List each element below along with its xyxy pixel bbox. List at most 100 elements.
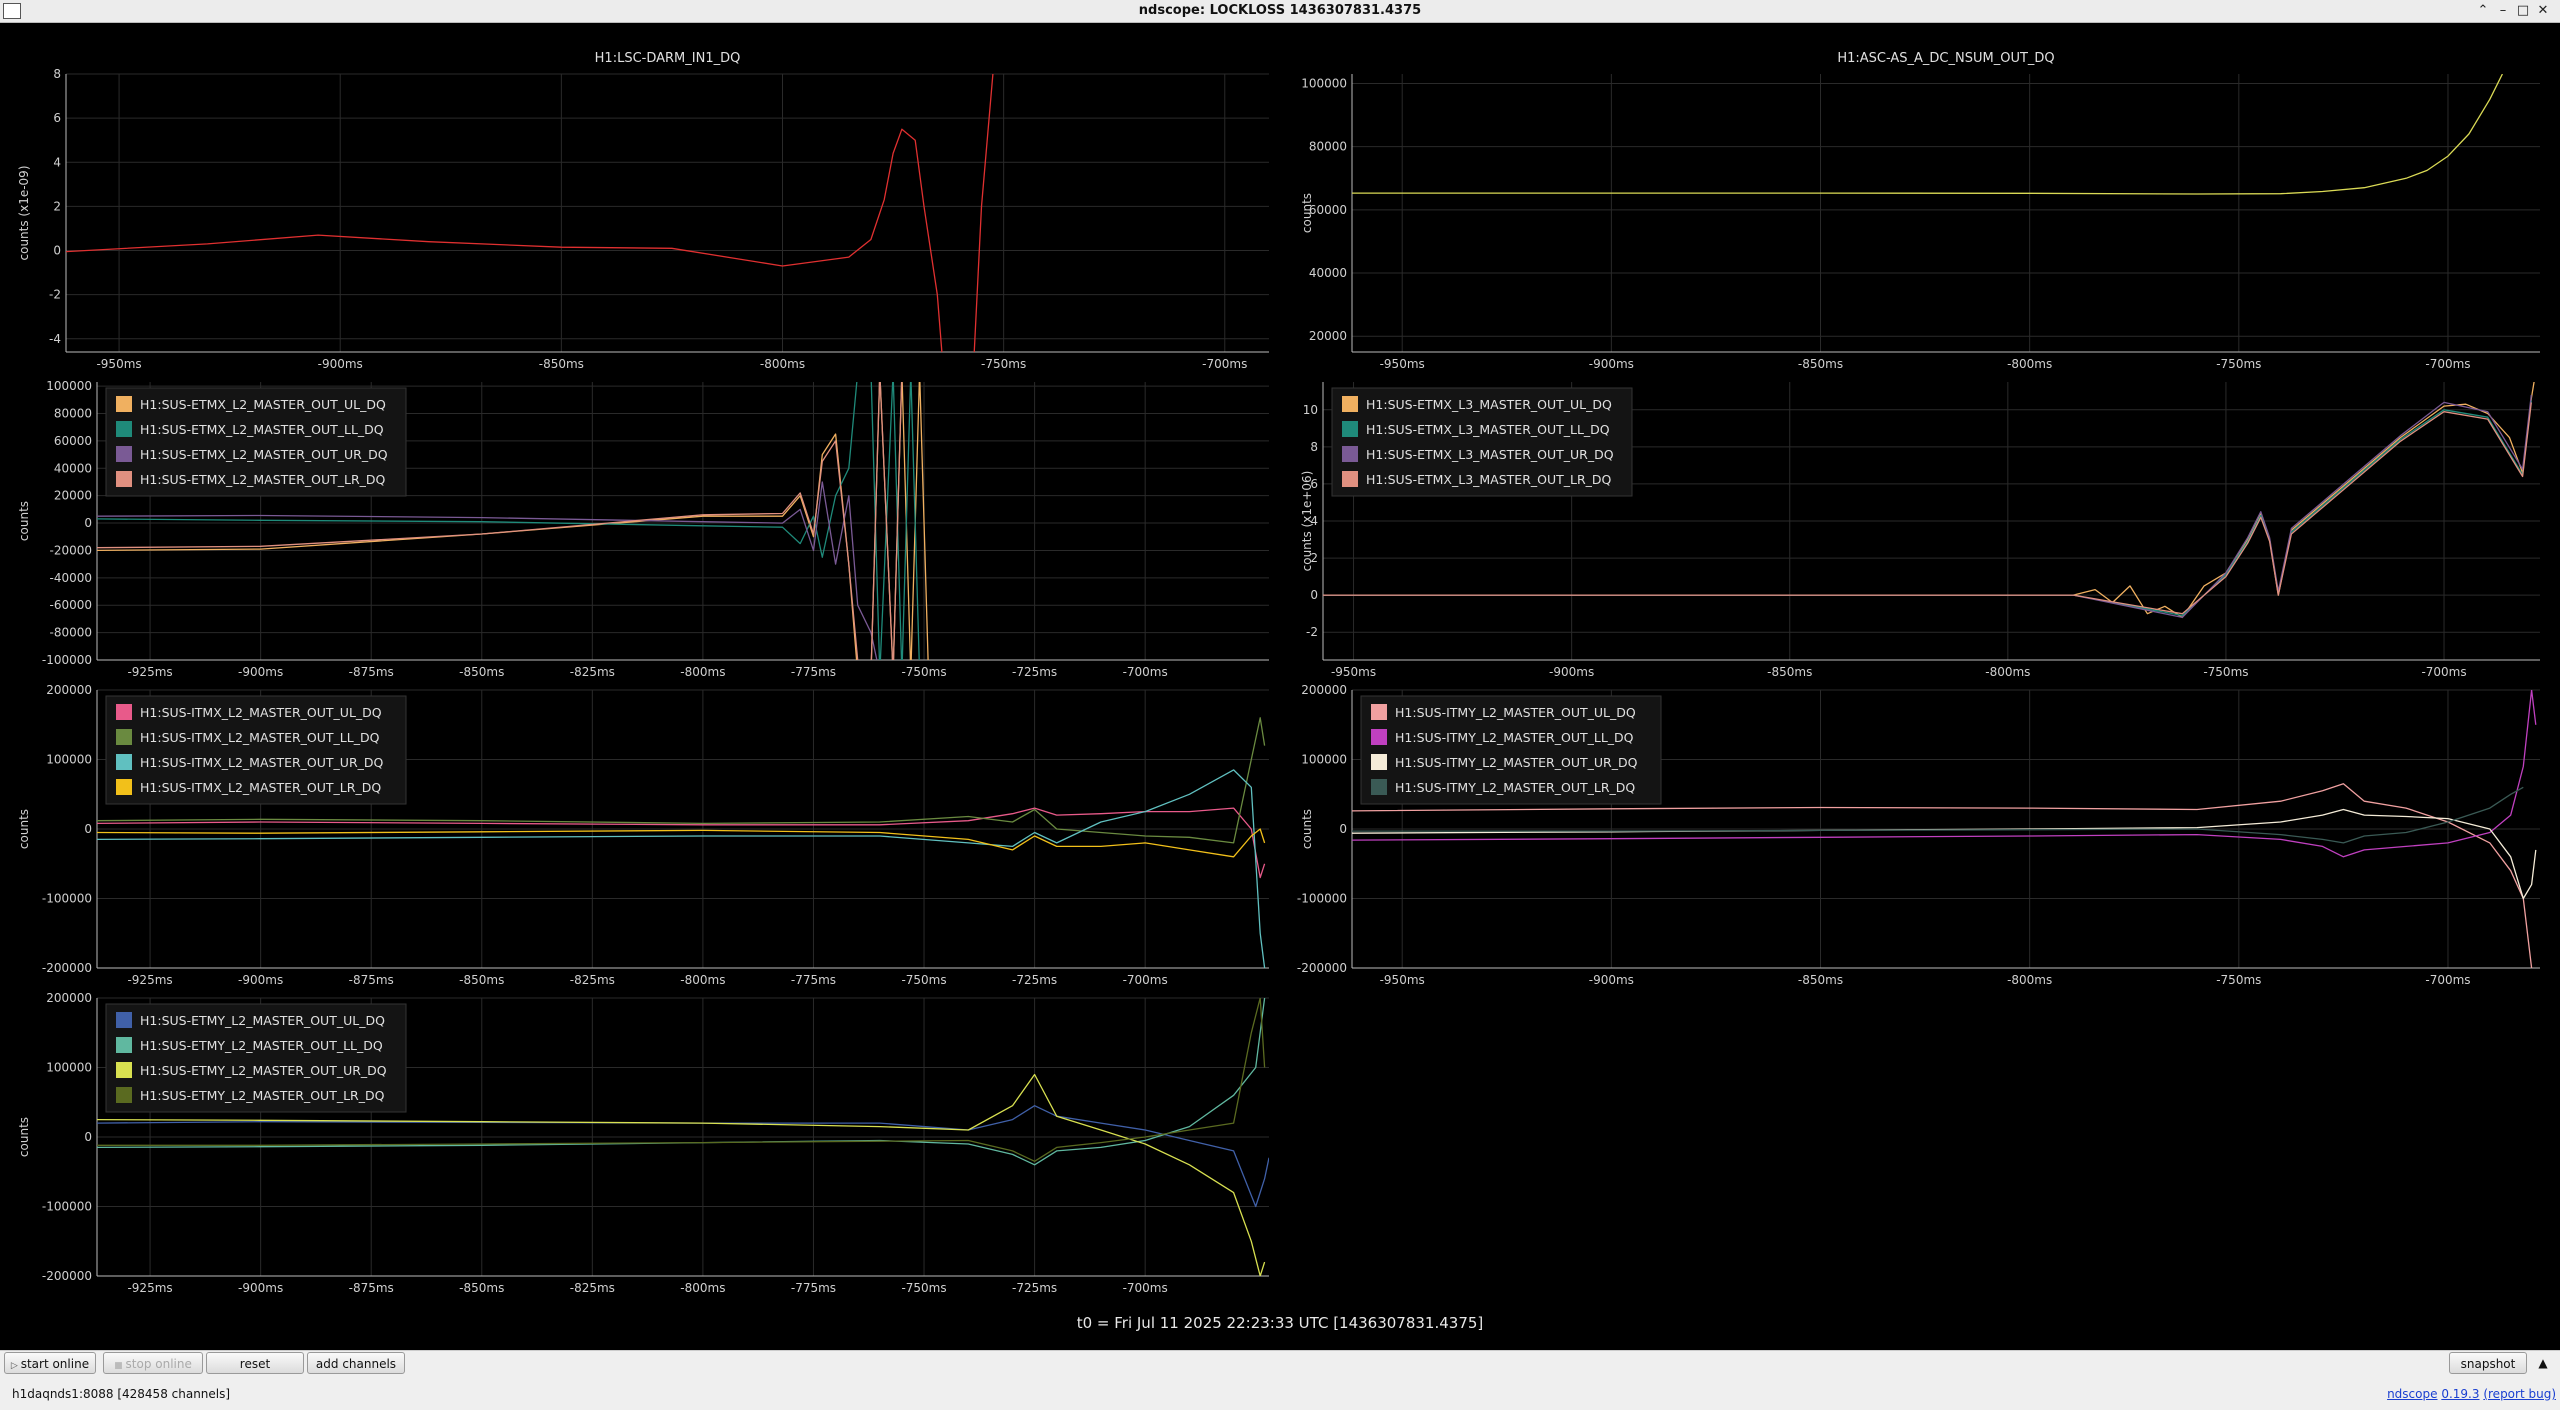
x-tick-label: -900ms [1549,665,1594,679]
plot-p5[interactable]: -925ms -900ms -875ms -850ms -825ms -800ms -775… [17,683,1269,987]
y-tick-label: 60000 [1309,203,1347,217]
x-tick-label: -800ms [680,973,725,987]
y-tick-label: -2 [49,288,61,302]
legend-swatch [116,1037,132,1053]
y-tick-label: 200000 [1301,683,1347,697]
x-tick-label: -725ms [1012,1281,1057,1295]
version-info: ndscope 0.19.3 (report bug) [2387,1387,2556,1401]
y-tick-label: 0 [1339,822,1347,836]
add-channels-button[interactable]: add channels [307,1352,405,1374]
x-tick-label: -825ms [570,973,615,987]
y-tick-label: -40000 [49,571,92,585]
x-tick-label: -700ms [1123,665,1168,679]
y-tick-label: -4 [49,332,61,346]
legend-swatch [116,754,132,770]
y-tick-label: 0 [84,516,92,530]
y-axis-label: counts (x1e+06) [1300,471,1314,572]
plot-p7[interactable]: -925ms -900ms -875ms -850ms -825ms -800ms -775… [17,991,1269,1295]
x-tick-label: -700ms [2425,973,2470,987]
close-icon[interactable]: ✕ [2534,2,2552,20]
plot-area: -950ms -900ms -850ms -800ms -750ms -700ms -4 -2… [0,22,2560,1350]
x-tick-label: -800ms [2007,973,2052,987]
x-tick-label: -700ms [1123,973,1168,987]
reset-button[interactable]: reset [206,1352,304,1374]
legend-label: H1:SUS-ITMX_L2_MASTER_OUT_UR_DQ [140,755,384,770]
y-tick-label: 6 [53,111,61,125]
y-tick-label: 0 [84,1130,92,1144]
y-axis-label: counts [17,501,31,541]
series-line-4 [97,828,1266,858]
x-tick-label: -900ms [1589,357,1634,371]
legend-label: H1:SUS-ITMY_L2_MASTER_OUT_LL_DQ [1395,730,1634,745]
legend-label: H1:SUS-ETMX_L2_MASTER_OUT_LL_DQ [140,422,384,437]
y-tick-label: 8 [1310,440,1318,454]
x-tick-label: -875ms [349,973,394,987]
minimize-icon[interactable]: – [2494,2,2512,20]
legend-label: H1:SUS-ITMY_L2_MASTER_OUT_UL_DQ [1395,705,1636,720]
legend-swatch [1371,754,1387,770]
y-tick-label: 80000 [1309,140,1347,154]
y-tick-label: 2 [53,199,61,213]
y-tick-label: 80000 [54,406,92,420]
legend-swatch [116,779,132,795]
plot-p2[interactable]: -950ms -900ms -850ms -800ms -750ms -700ms 2000… [1300,51,2540,371]
report-bug-link[interactable]: (report bug) [2483,1387,2556,1401]
y-tick-label: 0 [84,822,92,836]
legend-label: H1:SUS-ETMY_L2_MASTER_OUT_LR_DQ [140,1088,385,1103]
y-tick-label: -100000 [42,653,92,667]
plot-p3[interactable]: -925ms -900ms -875ms -850ms -825ms -800ms -775… [17,372,1269,679]
y-axis-label: counts (x1e-09) [17,165,31,260]
y-axis-label: counts [17,809,31,849]
y-tick-label: 200000 [46,683,92,697]
y-tick-label: -60000 [49,598,92,612]
bottom-toolbar: ▷ start online ■ stop online reset add c… [0,1350,2560,1410]
x-tick-label: -900ms [318,357,363,371]
x-tick-label: -800ms [680,1281,725,1295]
legend-swatch [116,1012,132,1028]
x-tick-label: -900ms [1589,973,1634,987]
stop-online-button[interactable]: ■ stop online [103,1352,203,1374]
chevron-up-icon[interactable]: ▲ [2530,1352,2556,1374]
legend-swatch [116,729,132,745]
version-link[interactable]: 0.19.3 [2441,1387,2479,1401]
x-tick-label: -950ms [96,357,141,371]
x-tick-label: -875ms [349,665,394,679]
plot-title: H1:LSC-DARM_IN1_DQ [595,51,741,66]
x-tick-label: -725ms [1012,973,1057,987]
legend-swatch [116,396,132,412]
legend-swatch [116,1062,132,1078]
legend-swatch [1371,779,1387,795]
plot-p6[interactable]: -950ms -900ms -850ms -800ms -750ms -700ms -200… [1297,683,2540,987]
y-tick-label: -100000 [42,1200,92,1214]
series-line-1 [97,807,1266,879]
ndscope-link[interactable]: ndscope [2387,1387,2437,1401]
x-tick-label: -800ms [760,357,805,371]
x-tick-label: -775ms [791,665,836,679]
x-tick-label: -900ms [238,665,283,679]
snapshot-button[interactable]: snapshot [2449,1352,2527,1374]
legend-label: H1:SUS-ITMY_L2_MASTER_OUT_LR_DQ [1395,780,1635,795]
x-tick-label: -750ms [2216,973,2261,987]
maximize-icon[interactable]: □ [2514,2,2532,20]
window-title: ndscope: LOCKLOSS 1436307831.4375 [1138,3,1422,18]
x-tick-label: -700ms [1202,357,1247,371]
x-tick-label: -900ms [238,973,283,987]
x-tick-label: -800ms [1985,665,2030,679]
chevron-up-icon[interactable]: ⌃ [2474,2,2492,20]
x-tick-label: -825ms [570,1281,615,1295]
y-tick-label: 100000 [46,1061,92,1075]
x-tick-label: -750ms [901,665,946,679]
series-line-1 [1352,74,2503,195]
start-online-button[interactable]: ▷ start online [4,1352,96,1374]
y-axis-label: counts [1300,193,1314,233]
start-online-label: start online [20,1357,90,1371]
x-tick-label: -925ms [127,665,172,679]
legend-swatch [1342,446,1358,462]
plot-p4[interactable]: -950ms -900ms -850ms -800ms -750ms -700ms-202… [1300,373,2540,679]
x-tick-label: -950ms [1380,973,1425,987]
x-tick-label: -700ms [2425,357,2470,371]
x-tick-label: -825ms [570,665,615,679]
x-tick-label: -700ms [1123,1281,1168,1295]
legend-label: H1:SUS-ETMY_L2_MASTER_OUT_UL_DQ [140,1013,385,1028]
y-tick-label: 0 [53,244,61,258]
